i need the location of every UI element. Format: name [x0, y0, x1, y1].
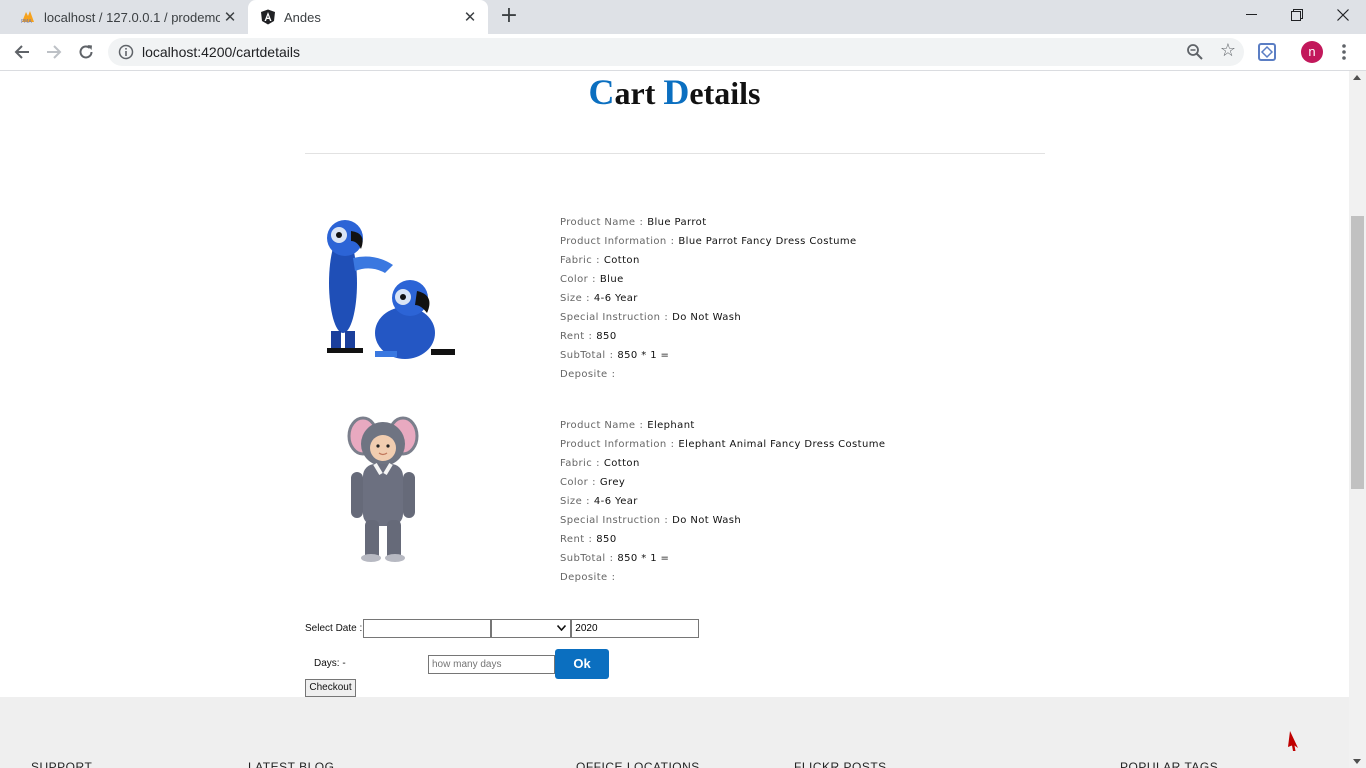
day-input[interactable] — [363, 618, 492, 638]
product-details: Product Name: Elephant Product Informatio… — [560, 416, 885, 587]
minimize-window-button[interactable] — [1228, 0, 1274, 30]
close-window-button[interactable] — [1320, 0, 1366, 30]
browser-menu-button[interactable] — [1336, 42, 1352, 62]
site-info-icon[interactable] — [118, 44, 134, 60]
footer-heading-latest-blog: LATEST BLOG — [248, 760, 335, 768]
color-row: Color: Blue — [560, 274, 624, 285]
subtotal-value: 850 * 1 = — [617, 350, 670, 361]
rent-row: Rent:850 — [560, 331, 617, 342]
site-footer: SUPPORT LATEST BLOG OFFICE LOCATIONS FLI… — [0, 697, 1349, 768]
product-name: Blue Parrot — [647, 217, 707, 228]
deposite-row: Deposite: — [560, 369, 616, 380]
scroll-up-arrow-icon[interactable] — [1353, 75, 1361, 80]
product-information-row: Product Information: Elephant Animal Fanc… — [560, 439, 886, 450]
checkout-button[interactable]: Checkout — [305, 679, 356, 697]
fabric-row: Fabric: Cotton — [560, 255, 640, 266]
color-value: Grey — [599, 477, 626, 488]
minimize-icon — [1245, 14, 1257, 15]
size-value: 4-6 Year — [593, 293, 638, 304]
close-tab-icon[interactable]: ✕ — [460, 7, 480, 27]
product-information-row: Product Information: Blue Parrot Fancy Dr… — [560, 236, 857, 247]
subtotal-row: SubTotal:850 * 1 = — [560, 553, 670, 564]
blue-parrot-costume-image — [305, 213, 465, 373]
size-row: Size:4-6 Year — [560, 496, 638, 507]
month-select[interactable] — [491, 618, 572, 638]
mouse-cursor-icon — [1288, 731, 1298, 751]
browser-tab-strip: PMA localhost / 127.0.0.1 / prodemo / ✕ … — [0, 0, 1366, 34]
scrollbar-thumb[interactable] — [1351, 216, 1364, 489]
special-instruction-row: Special Instruction: Do Not Wash — [560, 515, 742, 526]
bookmark-star-icon[interactable]: ☆ — [1220, 41, 1236, 61]
select-date-label: Select Date : — [305, 622, 363, 634]
tab-title: localhost / 127.0.0.1 / prodemo / — [44, 9, 220, 25]
page-title: Cart Details — [0, 71, 1349, 113]
restore-window-button[interactable] — [1274, 0, 1320, 30]
rent-value: 850 — [596, 534, 617, 545]
profile-initial: n — [1308, 44, 1316, 59]
subtotal-value: 850 * 1 = — [617, 553, 670, 564]
product-information: Blue Parrot Fancy Dress Costume — [678, 236, 857, 247]
extension-icon[interactable] — [1258, 43, 1276, 61]
footer-heading-office-locations: OFFICE LOCATIONS — [576, 760, 700, 768]
forward-arrow-icon — [47, 45, 62, 59]
rent-value: 850 — [596, 331, 617, 342]
special-instruction-value: Do Not Wash — [672, 515, 742, 526]
size-row: Size:4-6 Year — [560, 293, 638, 304]
year-input[interactable] — [571, 618, 700, 638]
scroll-down-arrow-icon[interactable] — [1353, 759, 1361, 764]
footer-heading-support: SUPPORT — [31, 760, 93, 768]
ok-button[interactable]: Ok — [555, 649, 609, 679]
footer-heading-popular-tags: POPULAR TAGS — [1120, 760, 1219, 768]
url-text: localhost:4200/cartdetails — [142, 44, 300, 60]
product-details: Product Name: Blue Parrot Product Informa… — [560, 213, 857, 384]
select-date-row: Select Date : — [305, 618, 700, 638]
fabric-value: Cotton — [603, 458, 640, 469]
days-label: Days: - — [314, 658, 346, 669]
size-value: 4-6 Year — [593, 496, 638, 507]
back-arrow-icon — [14, 45, 29, 59]
title-word-details: Details — [663, 72, 761, 112]
close-icon — [1337, 9, 1349, 21]
fabric-row: Fabric: Cotton — [560, 458, 640, 469]
address-bar[interactable]: localhost:4200/cartdetails ☆ — [108, 38, 1244, 66]
special-instruction-value: Do Not Wash — [672, 312, 742, 323]
product-name-row: Product Name: Elephant — [560, 420, 695, 431]
browser-tab-phpmyadmin[interactable]: PMA localhost / 127.0.0.1 / prodemo / ✕ — [8, 0, 248, 34]
product-name: Elephant — [647, 420, 695, 431]
title-word-cart: Cart — [588, 72, 656, 112]
zoom-icon[interactable] — [1186, 43, 1204, 61]
back-button[interactable] — [8, 38, 36, 66]
close-tab-icon[interactable]: ✕ — [220, 7, 240, 27]
browser-toolbar: localhost:4200/cartdetails ☆ n — [0, 34, 1366, 71]
page-scrollbar[interactable] — [1349, 71, 1366, 768]
reload-icon — [79, 45, 93, 59]
color-row: Color: Grey — [560, 477, 626, 488]
forward-button[interactable] — [40, 38, 68, 66]
subtotal-row: SubTotal:850 * 1 = — [560, 350, 670, 361]
profile-avatar[interactable]: n — [1301, 41, 1323, 63]
color-value: Blue — [599, 274, 624, 285]
reload-button[interactable] — [72, 38, 100, 66]
footer-heading-flickr-posts: FLICKR POSTS — [794, 760, 887, 768]
product-information: Elephant Animal Fancy Dress Costume — [678, 439, 886, 450]
fabric-value: Cotton — [603, 255, 640, 266]
browser-tab-andes[interactable]: Andes ✕ — [248, 0, 488, 34]
svg-text:PMA: PMA — [21, 19, 32, 24]
deposite-row: Deposite: — [560, 572, 616, 583]
product-name-row: Product Name: Blue Parrot — [560, 217, 707, 228]
restore-icon — [1291, 9, 1303, 21]
elephant-costume-image — [305, 416, 465, 576]
phpmyadmin-icon: PMA — [20, 9, 36, 25]
special-instruction-row: Special Instruction: Do Not Wash — [560, 312, 742, 323]
new-tab-button[interactable]: + — [496, 5, 522, 29]
tab-title: Andes — [284, 9, 321, 25]
more-vert-icon — [1342, 44, 1346, 60]
days-input[interactable] — [428, 655, 555, 674]
rent-row: Rent:850 — [560, 534, 617, 545]
chevron-down-icon — [557, 625, 567, 631]
page-viewport: Cart Details Product Name: Blue Parrot … — [0, 71, 1349, 768]
title-divider — [305, 153, 1045, 154]
angular-icon — [260, 9, 276, 25]
